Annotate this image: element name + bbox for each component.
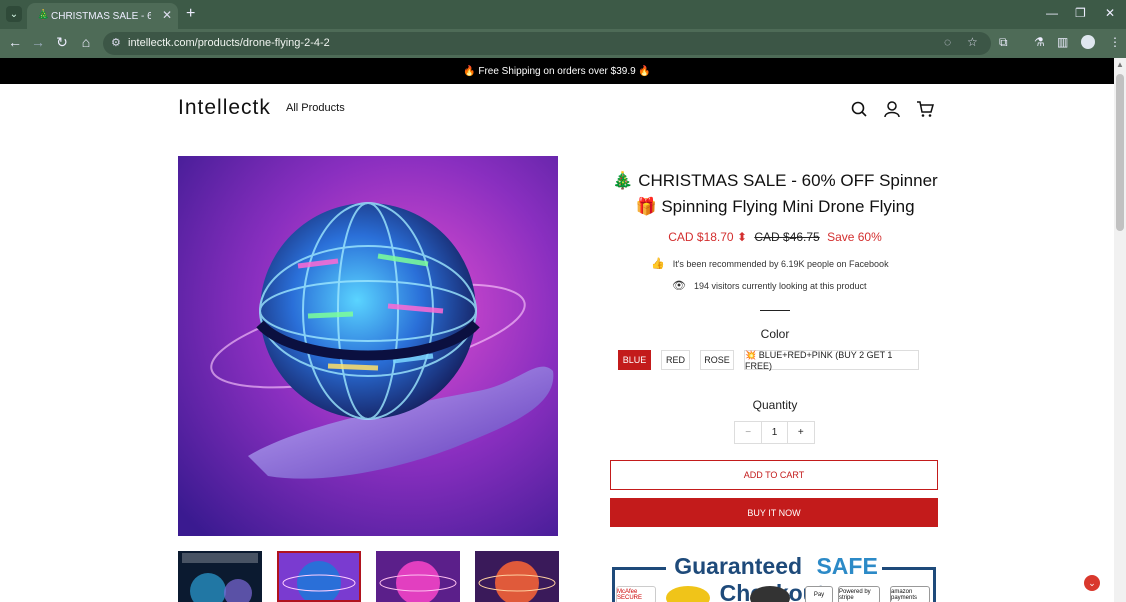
- restore-icon[interactable]: ❐: [1075, 6, 1086, 20]
- eye-icon: 👁: [672, 280, 686, 292]
- more-menu-icon[interactable]: ⋮: [1109, 35, 1121, 49]
- price-block: CAD $18.70 ⬍ CAD $46.75 Save 60%: [608, 230, 942, 244]
- address-bar[interactable]: ⚙ intellectk.com/products/drone-flying-2…: [103, 32, 991, 55]
- cart-icon[interactable]: [916, 100, 934, 118]
- page-scrollbar[interactable]: ▲: [1114, 58, 1126, 602]
- new-tab-icon[interactable]: +: [186, 5, 195, 23]
- mcafee-badge: McAfee SECURE: [616, 586, 656, 602]
- quantity-increase-button[interactable]: +: [788, 422, 814, 443]
- home-icon[interactable]: ⌂: [77, 34, 95, 50]
- address-bar-url[interactable]: intellectk.com/products/drone-flying-2-4…: [128, 37, 330, 49]
- price-current: CAD $18.70: [668, 230, 734, 244]
- back-icon[interactable]: ←: [6, 34, 24, 50]
- chat-widget-icon[interactable]: ⌄: [1084, 575, 1100, 591]
- product-main-image[interactable]: [178, 156, 558, 536]
- extensions-icon[interactable]: ⧉: [999, 35, 1008, 50]
- color-option-blue[interactable]: BLUE: [618, 350, 651, 370]
- currency-toggle-icon[interactable]: ⬍: [737, 230, 747, 244]
- thumbnail-1[interactable]: [178, 551, 262, 602]
- quantity-stepper: − 1 +: [734, 421, 815, 444]
- product-title: 🎄 CHRISTMAS SALE - 60% OFF Spinner 🎁 Spi…: [612, 171, 938, 216]
- thumbnail-2[interactable]: [277, 551, 361, 602]
- announcement-bar: 🔥 Free Shipping on orders over $39.9 🔥: [0, 58, 1114, 84]
- safe-checkout-highlight: SAFE: [812, 553, 882, 579]
- store-logo[interactable]: Intellectk: [178, 96, 271, 120]
- forward-icon[interactable]: →: [29, 34, 47, 50]
- labs-icon[interactable]: ⚗: [1034, 35, 1045, 49]
- thumbs-up-icon: 👍: [651, 258, 665, 270]
- reload-icon[interactable]: ↻: [53, 34, 71, 51]
- browser-tab-bar: ⌄ 🎄 CHRISTMAS SALE - 60% OFF ✕ + — ❐ ✕: [0, 0, 1126, 29]
- window-close-icon[interactable]: ✕: [1105, 6, 1115, 20]
- eye-off-icon[interactable]: ◌: [944, 35, 951, 49]
- color-label: Color: [760, 327, 790, 341]
- quantity-decrease-button[interactable]: −: [735, 422, 761, 443]
- search-icon[interactable]: [850, 100, 868, 118]
- price-compare: CAD $46.75: [754, 230, 820, 244]
- thumbnail-3[interactable]: [376, 551, 460, 602]
- tab-close-icon[interactable]: ✕: [162, 8, 172, 22]
- visitors-counter: 👁 194 visitors currently looking at this…: [672, 279, 867, 292]
- bookmark-star-icon[interactable]: ☆: [967, 35, 978, 49]
- color-option-red[interactable]: RED: [661, 350, 690, 370]
- color-option-rose[interactable]: ROSE: [700, 350, 734, 370]
- facebook-recommendation: 👍 It's been recommended by 6.19K people …: [651, 257, 889, 270]
- nav-all-products[interactable]: All Products: [286, 102, 345, 114]
- browser-toolbar: ← → ↻ ⌂ ⚙ intellectk.com/products/drone-…: [0, 29, 1126, 58]
- minimize-icon[interactable]: —: [1046, 6, 1058, 20]
- visitors-text: 194 visitors currently looking at this p…: [693, 280, 867, 291]
- amazon-pay-badge: amazon payments: [890, 586, 930, 602]
- tab-favicon-icon: 🎄: [37, 10, 50, 21]
- divider: [760, 310, 790, 311]
- color-option-bundle[interactable]: 💥 BLUE+RED+PINK (BUY 2 GET 1 FREE): [744, 350, 919, 371]
- browser-tab[interactable]: 🎄 CHRISTMAS SALE - 60% OFF ✕: [27, 3, 178, 29]
- scrollbar-thumb[interactable]: [1116, 74, 1124, 231]
- product-thumbnails: [178, 551, 559, 602]
- tab-title: CHRISTMAS SALE - 60% OFF: [51, 10, 151, 22]
- safe-checkout-badge: Guaranteed SAFE Checkout McAfee SECURE P…: [610, 553, 938, 602]
- buy-now-button[interactable]: BUY IT NOW: [610, 498, 938, 527]
- apple-pay-badge: Pay: [805, 586, 833, 602]
- site-info-icon[interactable]: ⚙: [111, 36, 121, 49]
- price-savings: Save 60%: [827, 230, 882, 244]
- tab-search-icon[interactable]: ⌄: [6, 6, 22, 22]
- quantity-label: Quantity: [752, 398, 798, 412]
- account-icon[interactable]: [883, 100, 901, 118]
- add-to-cart-button[interactable]: ADD TO CART: [610, 460, 938, 490]
- side-panel-icon[interactable]: ▥: [1057, 35, 1068, 49]
- recommendation-text: It's been recommended by 6.19K people on…: [672, 258, 889, 269]
- stripe-badge: Powered by stripe: [838, 586, 880, 602]
- scroll-up-icon[interactable]: ▲: [1116, 60, 1124, 69]
- thumbnail-4[interactable]: [475, 551, 559, 602]
- profile-avatar[interactable]: [1081, 35, 1095, 49]
- safe-checkout-prefix: Guaranteed: [670, 553, 807, 579]
- quantity-input[interactable]: 1: [761, 422, 788, 443]
